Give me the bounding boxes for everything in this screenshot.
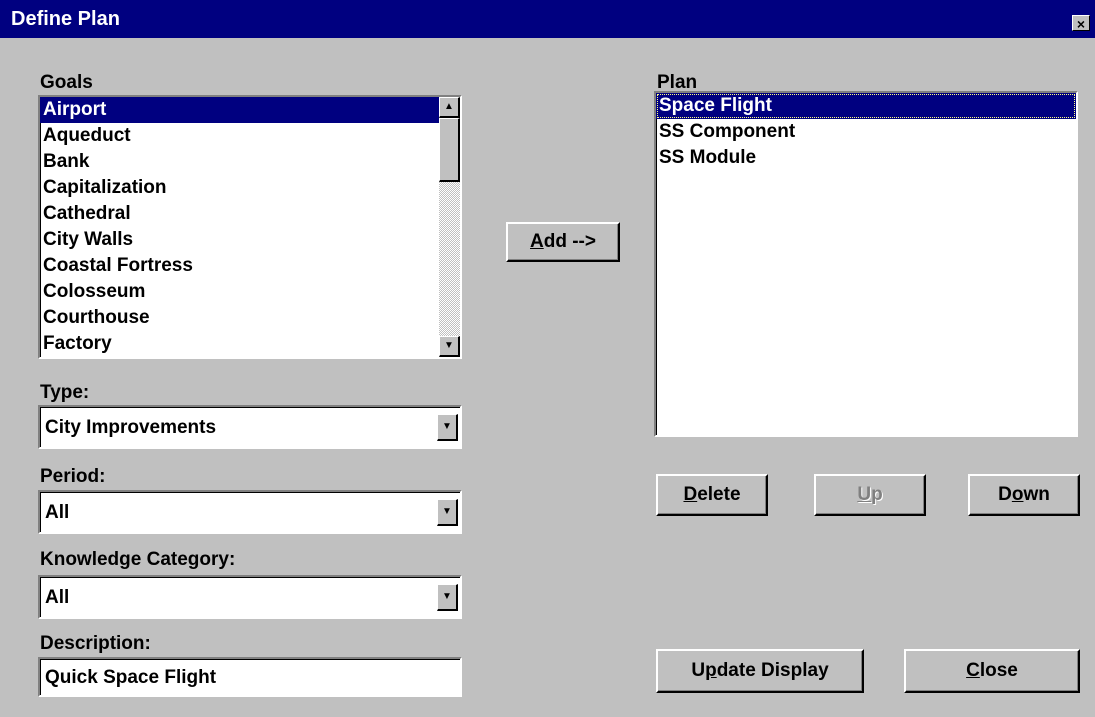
close-button[interactable]: Close xyxy=(904,649,1080,693)
knowledge-value: All xyxy=(45,587,70,608)
description-label: Description: xyxy=(40,633,151,654)
add-button[interactable]: Add --> xyxy=(506,222,620,262)
add-mnemonic: A xyxy=(530,231,544,252)
update-label: date Display xyxy=(716,660,829,681)
goals-list-item[interactable]: Colosseum xyxy=(40,279,439,305)
goals-label: Goals xyxy=(40,72,93,93)
title-bar[interactable] xyxy=(0,0,1095,38)
goals-list-item[interactable]: Bank xyxy=(40,149,439,175)
goals-list-item[interactable]: Courthouse xyxy=(40,305,439,331)
goals-scrollbar[interactable]: ▲ ▼ xyxy=(439,97,460,357)
goals-list-item[interactable]: Capitalization xyxy=(40,175,439,201)
type-label: Type: xyxy=(40,382,90,403)
scroll-down-icon[interactable]: ▼ xyxy=(439,336,460,357)
up-button[interactable]: Up xyxy=(814,474,926,516)
knowledge-label: Knowledge Category: xyxy=(40,549,236,570)
goals-list-item[interactable]: Airport xyxy=(40,97,439,123)
update-label-pre: U xyxy=(691,660,706,681)
goals-list-item[interactable]: Aqueduct xyxy=(40,123,439,149)
type-value: City Improvements xyxy=(45,417,217,438)
update-display-button[interactable]: Update Display xyxy=(656,649,864,693)
description-value: Quick Space Flight xyxy=(45,667,217,688)
delete-mnemonic: D xyxy=(683,484,698,505)
update-mnemonic: p xyxy=(705,660,717,681)
up-label: p xyxy=(871,484,883,505)
plan-list-item[interactable]: SS Module xyxy=(656,145,1076,171)
type-dropdown[interactable]: City Improvements ▼ xyxy=(38,405,462,449)
window-title: Define Plan xyxy=(11,8,120,30)
goals-list-item[interactable]: Cathedral xyxy=(40,201,439,227)
scroll-thumb[interactable] xyxy=(439,118,460,182)
down-button[interactable]: Down xyxy=(968,474,1080,516)
goals-list-item[interactable]: Coastal Fortress xyxy=(40,253,439,279)
down-label: wn xyxy=(1023,484,1050,505)
plan-list-item[interactable]: Space Flight xyxy=(656,93,1076,119)
period-dropdown[interactable]: All ▼ xyxy=(38,490,462,534)
delete-label: elete xyxy=(697,484,741,505)
dropdown-arrow-icon[interactable]: ▼ xyxy=(437,414,458,441)
dropdown-arrow-icon[interactable]: ▼ xyxy=(437,499,458,526)
plan-list[interactable]: Space Flight SS Component SS Module xyxy=(654,91,1078,437)
delete-button[interactable]: Delete xyxy=(656,474,768,516)
close-icon[interactable]: × xyxy=(1072,15,1090,32)
goals-list[interactable]: Airport Aqueduct Bank Capitalization Cathedr… xyxy=(38,95,462,359)
description-input[interactable]: Quick Space Flight xyxy=(38,657,462,697)
down-label-pre: D xyxy=(998,484,1012,505)
period-label: Period: xyxy=(40,466,106,487)
up-mnemonic: U xyxy=(857,484,872,505)
period-value: All xyxy=(45,502,70,523)
dropdown-arrow-icon[interactable]: ▼ xyxy=(437,584,458,611)
close-label: lose xyxy=(979,660,1018,681)
plan-list-item[interactable]: SS Component xyxy=(656,119,1076,145)
add-label: dd --> xyxy=(543,231,596,252)
goals-list-item[interactable]: Factory xyxy=(40,331,439,357)
down-mnemonic: o xyxy=(1011,484,1024,505)
knowledge-dropdown[interactable]: All ▼ xyxy=(38,575,462,619)
scroll-up-icon[interactable]: ▲ xyxy=(439,97,460,118)
close-mnemonic: C xyxy=(966,660,980,681)
goals-list-item[interactable]: City Walls xyxy=(40,227,439,253)
